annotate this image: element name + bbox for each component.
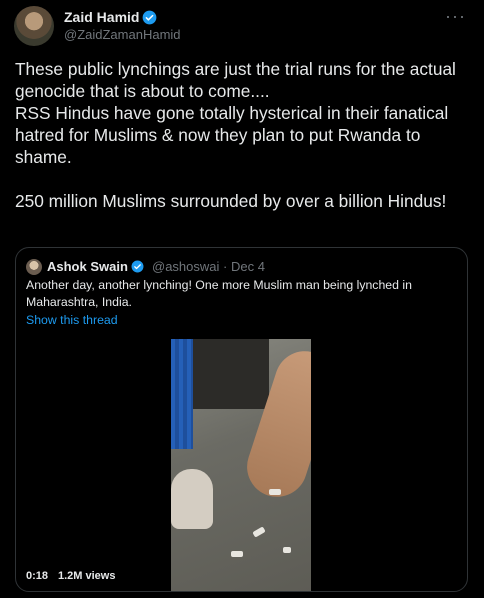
avatar[interactable] [14,6,54,46]
verified-badge-icon [143,10,157,25]
tweet-text: These public lynchings are just the tria… [15,59,456,211]
author-name[interactable]: Zaid Hamid [64,9,157,25]
video-frame-person [171,469,213,529]
quoted-handle[interactable]: @ashoswai [152,259,219,274]
video-frame-debris [269,489,281,495]
author-name-text[interactable]: Zaid Hamid [64,9,139,25]
video-frame-shadow [189,339,269,409]
quoted-meta: @ashoswai · Dec 4 [152,259,265,274]
quoted-avatar[interactable] [26,259,42,275]
video-player[interactable] [171,339,311,591]
verified-badge-icon [131,260,144,273]
video-views: 1.2M views [58,570,116,582]
author-handle[interactable]: @ZaidZamanHamid [64,27,181,42]
video-frame-debris [252,526,266,538]
quoted-text: Another day, another lynching! One more … [26,278,412,309]
separator-dot: · [223,259,228,274]
quoted-author-name-text[interactable]: Ashok Swain [47,259,128,274]
video-frame-debris [231,551,243,557]
video-duration: 0:18 [26,570,49,582]
more-options-icon[interactable]: ··· [445,6,466,27]
quoted-tweet[interactable]: Ashok Swain @ashoswai · Dec 4 Another da… [15,247,468,592]
show-thread-link[interactable]: Show this thread [26,313,118,327]
video-frame-debris [283,547,291,553]
video-frame-wall [171,339,193,449]
quoted-author-name[interactable]: Ashok Swain [47,259,144,274]
quoted-date[interactable]: Dec 4 [231,259,265,274]
